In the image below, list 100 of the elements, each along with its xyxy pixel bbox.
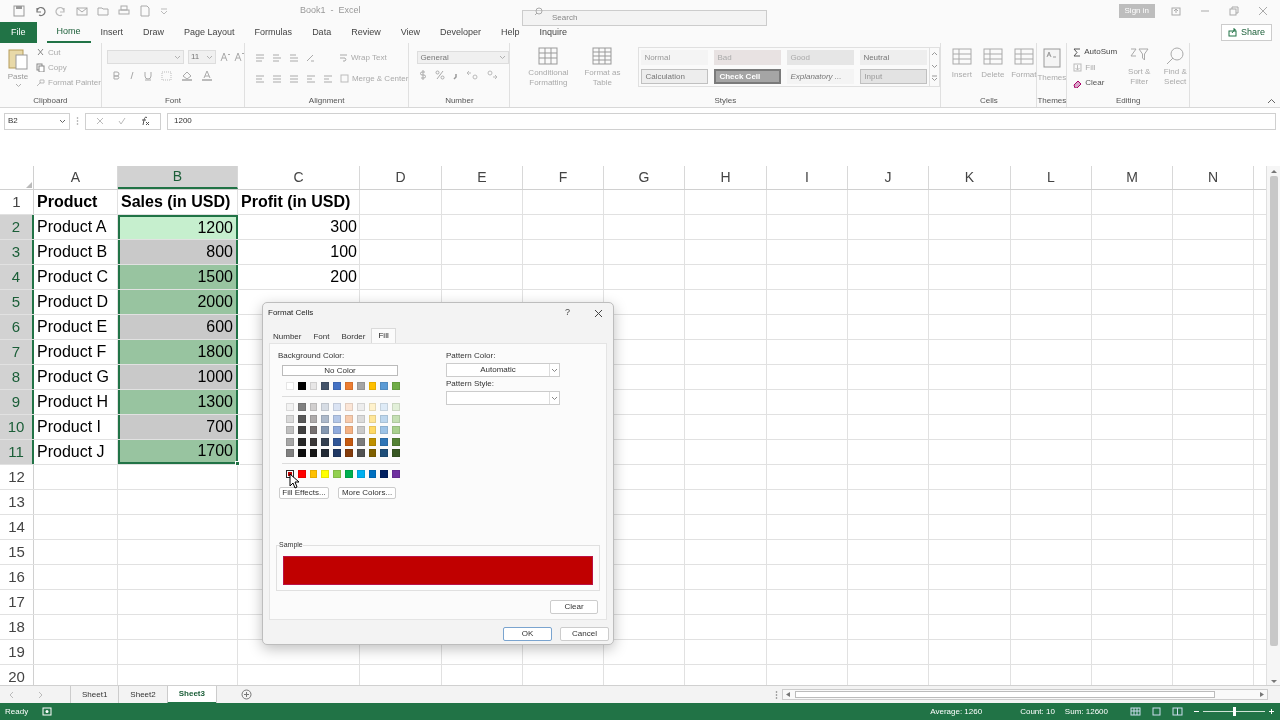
font-color-icon[interactable]: [201, 70, 212, 81]
ribbon-tab[interactable]: Developer: [430, 22, 492, 43]
ribbon-tab[interactable]: Page Layout: [174, 22, 245, 43]
cancel-icon[interactable]: [96, 117, 104, 125]
cancel-button[interactable]: Cancel: [560, 627, 609, 641]
more-options-icon[interactable]: [775, 689, 778, 700]
row-header[interactable]: 11: [0, 440, 34, 464]
customize-icon[interactable]: [160, 7, 168, 15]
folder-icon[interactable]: [97, 5, 109, 17]
page-break-view-icon[interactable]: [1172, 707, 1183, 716]
column-header[interactable]: B: [118, 166, 238, 189]
cell-style[interactable]: Explanatory ...: [787, 69, 855, 84]
dialog-tab[interactable]: Border: [335, 330, 372, 343]
zoom-thumb[interactable]: [1232, 707, 1236, 716]
redo-icon[interactable]: [55, 5, 67, 17]
zoom-slider[interactable]: [1203, 707, 1265, 716]
row-header[interactable]: 8: [0, 365, 34, 389]
row-header[interactable]: 3: [0, 240, 34, 264]
add-sheet-icon[interactable]: [240, 689, 252, 700]
zoom-in-icon[interactable]: [1268, 708, 1275, 715]
italic-icon[interactable]: [128, 71, 135, 80]
caret-icon[interactable]: [551, 395, 558, 401]
more-options-icon[interactable]: [76, 116, 79, 126]
row-header[interactable]: 10: [0, 415, 34, 439]
scroll-left-icon[interactable]: [785, 691, 791, 698]
autosum-button[interactable]: AutoSum: [1073, 45, 1118, 59]
ribbon-tab[interactable]: View: [390, 22, 430, 43]
ribbon-tab[interactable]: Review: [341, 22, 391, 43]
caret-icon[interactable]: [551, 367, 558, 373]
collapse-ribbon-icon[interactable]: [1267, 98, 1276, 104]
document-icon[interactable]: [139, 5, 151, 17]
caret-icon[interactable]: [59, 118, 66, 124]
page-layout-view-icon[interactable]: [1151, 707, 1162, 716]
row-header[interactable]: 9: [0, 390, 34, 414]
paste-icon[interactable]: [7, 47, 29, 71]
percent-icon[interactable]: [435, 70, 446, 80]
next-sheet-icon[interactable]: [38, 690, 44, 699]
row-header[interactable]: 6: [0, 315, 34, 339]
borders-icon[interactable]: [160, 70, 172, 81]
dialog-tab[interactable]: Number: [267, 330, 308, 343]
underline-icon[interactable]: [143, 70, 152, 81]
increase-decimal-icon[interactable]: [466, 70, 479, 80]
ribbon-tab[interactable]: Data: [302, 22, 342, 43]
macro-record-icon[interactable]: [42, 707, 53, 716]
decrease-decimal-icon[interactable]: [486, 70, 499, 80]
ok-button[interactable]: OK: [503, 627, 552, 641]
font-size-field[interactable]: 11: [187, 50, 216, 64]
ribbon-display-icon[interactable]: [1171, 6, 1181, 16]
dialog-tab[interactable]: Font: [307, 330, 336, 343]
previous-sheet-icon[interactable]: [8, 690, 14, 699]
center-icon[interactable]: [271, 74, 282, 83]
undo-icon[interactable]: [34, 5, 46, 17]
number-format-field[interactable]: General: [417, 51, 510, 64]
scroll-right-icon[interactable]: [1259, 691, 1265, 698]
pattern-style-select[interactable]: [446, 391, 560, 405]
row-header[interactable]: 7: [0, 340, 34, 364]
row-header[interactable]: 4: [0, 265, 34, 289]
close-icon[interactable]: [594, 308, 603, 318]
enter-icon[interactable]: [118, 117, 126, 125]
ribbon-tab[interactable]: File: [0, 22, 37, 43]
restore-icon[interactable]: [1229, 6, 1239, 16]
dialog-tab[interactable]: Fill: [371, 328, 396, 343]
align-bottom-icon[interactable]: [288, 53, 299, 62]
fill-color-icon[interactable]: [180, 70, 193, 81]
row-header[interactable]: 2: [0, 215, 34, 239]
share-button[interactable]: Share: [1220, 24, 1272, 41]
decrease-indent-icon[interactable]: [305, 74, 316, 83]
formula-input[interactable]: 1200: [167, 112, 1276, 130]
name-box[interactable]: B2: [4, 112, 70, 130]
zoom-out-icon[interactable]: [1193, 708, 1200, 715]
align-left-icon[interactable]: [254, 74, 265, 83]
printer-icon[interactable]: [118, 5, 130, 17]
fill-effects-button[interactable]: Fill Effects...: [279, 487, 329, 499]
help-button[interactable]: ?: [565, 306, 570, 320]
scroll-up-icon[interactable]: [1269, 168, 1278, 174]
clear-button[interactable]: Clear: [550, 600, 598, 614]
align-top-icon[interactable]: [254, 53, 265, 62]
mail-icon[interactable]: [76, 5, 88, 17]
no-color-button[interactable]: No Color: [282, 365, 398, 376]
clear-button[interactable]: Clear: [1073, 76, 1118, 90]
horizontal-scrollbar[interactable]: [782, 689, 1268, 700]
row-header[interactable]: 5: [0, 290, 34, 314]
ribbon-tab[interactable]: Draw: [133, 22, 175, 43]
more-colors-button[interactable]: More Colors...: [338, 487, 396, 499]
pattern-color-select[interactable]: Automatic: [446, 363, 560, 377]
function-icon[interactable]: [140, 116, 150, 126]
sheet-tab[interactable]: Sheet3: [166, 685, 216, 704]
more-icon[interactable]: [930, 72, 940, 84]
shrink-font-icon[interactable]: [233, 52, 244, 62]
align-right-icon[interactable]: [288, 74, 299, 83]
font-name-field[interactable]: [106, 50, 184, 64]
normal-view-icon[interactable]: [1130, 707, 1141, 716]
increase-indent-icon[interactable]: [322, 74, 333, 83]
ribbon-tab[interactable]: Formulas: [244, 22, 303, 43]
grow-font-icon[interactable]: [219, 52, 230, 62]
currency-icon[interactable]: [419, 70, 428, 80]
align-middle-icon[interactable]: [271, 53, 282, 62]
save-icon[interactable]: [13, 5, 25, 17]
cell-style[interactable]: Neutral: [860, 50, 928, 65]
cell-style[interactable]: Calculation: [641, 69, 709, 84]
